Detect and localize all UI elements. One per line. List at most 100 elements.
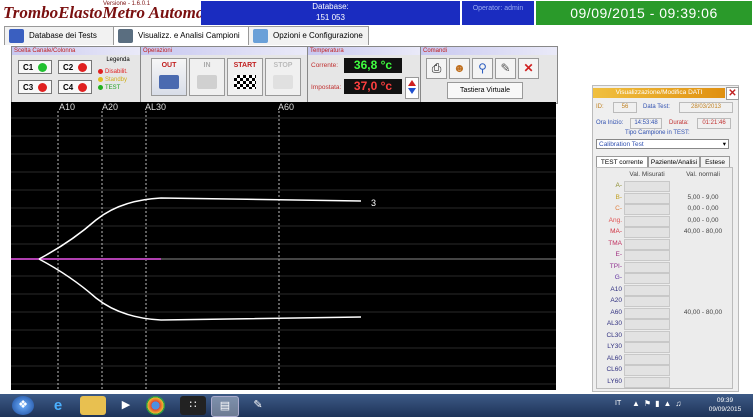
tab-database[interactable]: Database dei Tests bbox=[4, 26, 118, 45]
status-dot bbox=[78, 83, 87, 92]
tray-icons[interactable]: ▲⚑▮▲♫ bbox=[632, 399, 685, 408]
datetime-display: 09/09/2015 - 09:39:06 bbox=[536, 1, 752, 25]
channel-c3-button[interactable]: C3 bbox=[18, 80, 52, 94]
legend-standby: Standby bbox=[98, 77, 127, 83]
sample-type-select[interactable]: Calibration Test ▾ bbox=[596, 139, 729, 149]
measure-value-field[interactable] bbox=[624, 296, 670, 307]
chart-zoom-icon[interactable]: ⚲ bbox=[472, 58, 493, 79]
virtual-keyboard-button[interactable]: Tastiera Virtuale bbox=[447, 82, 523, 99]
trace-upper bbox=[38, 197, 362, 260]
ie-icon[interactable]: e bbox=[45, 396, 71, 415]
temperature-panel: Temperatura Corrente: 36,8 °c Impostata:… bbox=[307, 46, 421, 104]
measure-label: A60 bbox=[610, 308, 622, 316]
out-button[interactable]: OUT bbox=[151, 58, 187, 96]
detail-panel: Visualizzazione/Modifica DATI ✕ ID: 56 D… bbox=[592, 85, 739, 392]
channel-label: C2 bbox=[63, 63, 74, 72]
start-time-label: Ora Inizio: bbox=[596, 120, 624, 126]
main-tabs: Database dei Tests Visualizz. e Analisi … bbox=[0, 26, 753, 46]
measure-value-field[interactable] bbox=[624, 250, 670, 261]
measure-label: CL60 bbox=[606, 366, 622, 373]
legend-disabled: Disabilit. bbox=[98, 69, 128, 75]
measure-value-field[interactable] bbox=[624, 181, 670, 192]
duration-field[interactable]: 01:21:46 bbox=[697, 118, 731, 129]
measure-label: AL30 bbox=[606, 320, 622, 327]
blackberry-icon[interactable]: ∷ bbox=[180, 396, 206, 415]
stop-label: STOP bbox=[273, 62, 293, 69]
measure-label: A- bbox=[615, 182, 623, 189]
commands-panel: Comandi ⎙ ☻ ⚲ ✎ ✕ Tastiera Virtuale bbox=[420, 46, 558, 104]
tray-date: 09/09/2015 bbox=[708, 406, 742, 413]
channel-label: C3 bbox=[23, 83, 34, 92]
channel-c2-button[interactable]: C2 bbox=[58, 60, 92, 74]
id-field[interactable]: 56 bbox=[613, 102, 637, 113]
arrow-down-icon[interactable] bbox=[408, 88, 416, 94]
tab-visualizzazione[interactable]: Visualizz. e Analisi Campioni bbox=[113, 26, 251, 45]
temp-spinner[interactable] bbox=[405, 77, 419, 99]
channel-panel: Scelta Canale/Colonna C1 C2 C3 C4 Legend… bbox=[11, 46, 141, 104]
in-button[interactable]: IN bbox=[189, 58, 225, 96]
measure-label: LY60 bbox=[607, 377, 622, 385]
title-bar: TromboElastoMetro Automatizzato Versione… bbox=[0, 0, 753, 27]
id-label: ID: bbox=[596, 104, 604, 110]
taskbar: ❖ e ▶ ∷ ▤ ✎ IT ▲⚑▮▲♫ 09:39 09/09/2015 bbox=[0, 394, 753, 417]
tray-language[interactable]: IT bbox=[615, 400, 621, 407]
start-button[interactable]: START bbox=[227, 58, 263, 96]
tab-opzioni[interactable]: Opzioni e Configurazione bbox=[248, 26, 369, 45]
current-temp-value: 36,8 °c bbox=[344, 58, 402, 73]
measure-value-field[interactable] bbox=[624, 376, 670, 388]
users-icon[interactable]: ☻ bbox=[449, 58, 470, 79]
measure-label: C- bbox=[615, 205, 622, 212]
measure-value-field[interactable] bbox=[624, 261, 670, 273]
start-label: START bbox=[233, 62, 257, 69]
app-active-icon[interactable]: ▤ bbox=[211, 396, 239, 417]
out-label: OUT bbox=[161, 62, 177, 69]
measure-label: AL60 bbox=[606, 354, 622, 362]
toolbar: Scelta Canale/Colonna C1 C2 C3 C4 Legend… bbox=[11, 46, 558, 104]
measure-value-field[interactable] bbox=[624, 192, 670, 204]
database-info: Database: 151 053 bbox=[201, 1, 460, 25]
folder-icon[interactable] bbox=[80, 396, 106, 415]
edit-icon[interactable]: ✎ bbox=[495, 58, 516, 79]
operations-panel-title: Operazioni bbox=[141, 47, 307, 55]
marker-a60-label: A60 bbox=[278, 102, 294, 112]
measure-value-field[interactable] bbox=[624, 204, 670, 215]
measure-value-field[interactable] bbox=[624, 365, 670, 376]
channel-c4-button[interactable]: C4 bbox=[58, 80, 92, 94]
paint-icon[interactable]: ✎ bbox=[245, 396, 271, 415]
windows-start-icon[interactable]: ❖ bbox=[12, 396, 34, 415]
start-time-field[interactable]: 14:53:48 bbox=[630, 118, 662, 129]
stop-button[interactable]: STOP bbox=[265, 58, 301, 96]
detail-panel-title: Visualizzazione/Modifica DATI bbox=[593, 88, 725, 98]
channel-label: C1 bbox=[23, 63, 34, 72]
operator-label: Operator: admin bbox=[462, 1, 534, 25]
measure-value-field[interactable] bbox=[624, 307, 670, 319]
measure-value-field[interactable] bbox=[624, 319, 670, 330]
tray-time: 09:39 bbox=[716, 397, 734, 404]
measure-value-field[interactable] bbox=[624, 215, 670, 227]
chrome-icon[interactable] bbox=[146, 396, 165, 415]
measure-value-field[interactable] bbox=[624, 227, 670, 238]
date-field[interactable]: 28/03/2013 bbox=[679, 102, 733, 113]
in-label: IN bbox=[203, 62, 211, 69]
measure-label: E- bbox=[615, 251, 623, 258]
truck-icon bbox=[118, 29, 133, 43]
close-icon[interactable]: ✕ bbox=[518, 58, 539, 79]
measure-value-field[interactable] bbox=[624, 284, 670, 296]
channel-label: C4 bbox=[63, 83, 74, 92]
measure-value-field[interactable] bbox=[624, 342, 670, 353]
measure-value-field[interactable] bbox=[624, 238, 670, 250]
measure-value-field[interactable] bbox=[624, 330, 670, 342]
detail-close-icon[interactable]: ✕ bbox=[726, 87, 739, 100]
sample-type-value: Calibration Test bbox=[599, 141, 644, 148]
channel-c1-button[interactable]: C1 bbox=[18, 60, 52, 74]
tray-clock[interactable]: 09:39 09/09/2015 bbox=[700, 396, 750, 414]
marker-al30-label: AL30 bbox=[145, 102, 166, 112]
measure-label: TPI- bbox=[609, 262, 622, 270]
media-player-icon[interactable]: ▶ bbox=[113, 396, 139, 415]
measure-value-field[interactable] bbox=[624, 273, 670, 284]
tab-label: Visualizz. e Analisi Campioni bbox=[138, 31, 240, 40]
measure-value-field[interactable] bbox=[624, 353, 670, 365]
arrow-up-icon[interactable] bbox=[408, 80, 416, 86]
temperature-panel-title: Temperatura bbox=[308, 47, 420, 55]
print-icon[interactable]: ⎙ bbox=[426, 58, 447, 79]
